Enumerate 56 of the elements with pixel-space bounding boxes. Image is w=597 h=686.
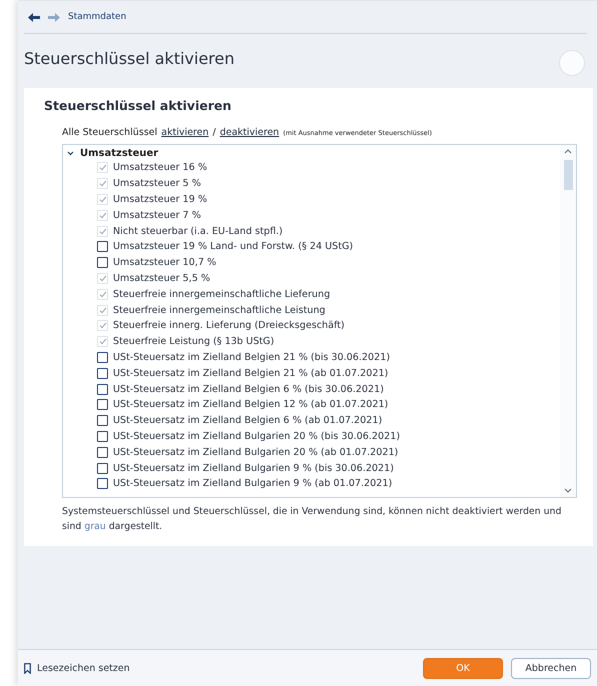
back-arrow-icon[interactable] [28,12,40,22]
tax-key-label: Umsatzsteuer 5 % [113,178,201,190]
checkmark-icon [98,274,106,282]
checkmark-icon [98,290,106,298]
checkbox[interactable] [97,368,108,379]
checkbox[interactable] [97,415,108,426]
checkbox[interactable] [97,352,108,363]
checkmark-icon [98,164,106,172]
checkbox[interactable] [97,430,108,442]
section-heading: Steuerschlüssel aktivieren [44,98,232,113]
deactivate-link[interactable]: deaktivieren [220,127,280,138]
tax-key-label: USt-Steuersatz im Zielland Belgien 6 % (ab 01.07.2021) [113,415,382,426]
tax-key-label: Steuerfreie Leistung (§ 13b UStG) [113,336,274,348]
tax-key-label: USt-Steuersatz im Zielland Bulgarien 20 % (bis 30.06.2021) [113,430,400,442]
checkmark-icon [98,212,106,219]
scrollbar-thumb[interactable] [564,160,572,190]
cancel-button[interactable]: Abbrechen [511,658,591,678]
tax-key-label: Steuerfreie innergemeinschaftliche Lieferung [113,288,330,300]
tax-key-label: USt-Steuersatz im Zielland Bulgarien 20 % (ab 01.07.2021) [113,446,398,458]
checkbox[interactable] [97,257,108,268]
checkbox[interactable] [97,446,108,458]
scroll-up-icon[interactable] [564,149,572,154]
bookmark-icon[interactable] [24,662,31,674]
checkbox[interactable] [97,241,108,252]
tax-key-label: USt-Steuersatz im Zielland Bulgarien 9 % (bis 30.06.2021) [113,462,394,474]
checkmark-icon [98,338,106,346]
checkbox[interactable] [97,384,108,395]
tax-key-label: Umsatzsteuer 16 % [113,162,208,174]
page-title: Steuerschlüssel aktivieren [24,48,234,68]
tax-key-label: USt-Steuersatz im Zielland Belgien 12 % (ab 01.07.2021) [113,399,388,410]
checkbox[interactable] [97,478,108,490]
tax-key-label: USt-Steuersatz im Zielland Belgien 6 % (bis 30.06.2021) [113,384,384,395]
activate-link[interactable]: aktivieren [161,127,209,138]
tax-key-label: Umsatzsteuer 5,5 % [113,272,210,284]
tax-key-label: Nicht steuerbar (i.a. EU-Land stpfl.) [113,226,283,237]
separator: / [212,127,216,138]
tax-key-label: Umsatzsteuer 10,7 % [113,257,216,268]
tax-key-label: USt-Steuersatz im Zielland Belgien 21 % (ab 01.07.2021) [113,368,388,379]
checkbox[interactable] [97,462,108,474]
chevron-down-icon[interactable] [67,150,74,156]
checkmark-icon [98,228,106,235]
tax-key-label: USt-Steuersatz im Zielland Bulgarien 9 % (ab 01.07.2021) [113,478,392,490]
info-text: Systemsteuerschlüssel und Steuerschlüssel, die in Verwendung sind, können nicht deaktiviert werden und sind grau dargestellt. [61,505,562,534]
tax-key-label: Umsatzsteuer 7 % [113,210,201,221]
group-label[interactable]: Umsatzsteuer [80,148,158,158]
tax-key-label: Umsatzsteuer 19 % Land- und Forstw. (§ 24 UStG) [113,241,354,252]
tax-key-label: Steuerfreie innergemeinschaftliche Leistung [113,304,326,316]
tax-key-label: USt-Steuersatz im Zielland Belgien 21 % (bis 30.06.2021) [113,352,390,363]
tax-key-label: Umsatzsteuer 19 % [113,194,208,205]
scroll-down-icon[interactable] [564,488,572,493]
breadcrumb-link[interactable]: Stammdaten [68,12,126,22]
bookmark-link[interactable]: Lesezeichen setzen [37,662,130,674]
tax-key-label: Steuerfreie innerg. Lieferung (Dreiecksgeschäft) [113,320,345,332]
checkbox[interactable] [97,399,108,410]
bulk-label: Alle Steuerschlüssel [62,127,158,138]
status-circle [559,50,585,76]
